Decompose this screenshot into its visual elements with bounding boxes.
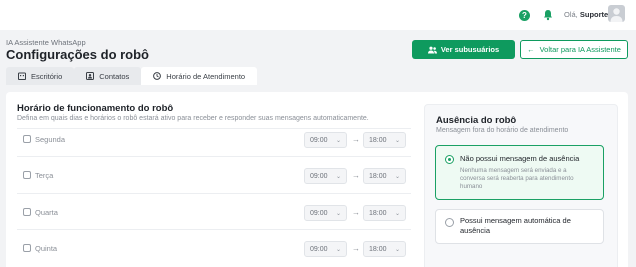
avatar[interactable] <box>608 5 625 22</box>
building-icon <box>18 72 26 80</box>
absence-option-auto[interactable]: Possui mensagem automática de ausência <box>435 209 604 244</box>
end-time-value: 18:00 <box>369 172 387 180</box>
day-label-wednesday: Quarta <box>35 208 58 217</box>
radio-unselected-icon[interactable] <box>445 218 454 227</box>
chevron-down-icon: ⌄ <box>335 173 341 180</box>
schedule-title: Horário de funcionamento do robô <box>17 103 174 114</box>
tab-contacts-label: Contatos <box>99 71 130 81</box>
start-time-select-tuesday[interactable]: 09:00 ⌄ <box>304 168 347 184</box>
day-row-wednesday: Quarta 09:00 ⌄ → 18:00 ⌄ <box>17 193 411 229</box>
start-time-select-wednesday[interactable]: 09:00 ⌄ <box>304 205 347 221</box>
chevron-down-icon: ⌄ <box>335 137 341 144</box>
end-time-select-wednesday[interactable]: 18:00 ⌄ <box>363 205 406 221</box>
tab-contacts[interactable]: Contatos <box>74 67 142 85</box>
user-name: Suporte <box>579 10 609 19</box>
day-row-tuesday: Terça 09:00 ⌄ → 18:00 ⌄ <box>17 156 411 192</box>
radio-selected-icon[interactable] <box>445 155 454 164</box>
day-checkbox-thursday[interactable] <box>23 244 31 252</box>
absence-description: Mensagem fora do horário de atendimento <box>436 127 569 134</box>
chevron-down-icon: ⌄ <box>394 173 400 180</box>
start-time-value: 09:00 <box>310 172 328 180</box>
end-time-select-tuesday[interactable]: 18:00 ⌄ <box>363 168 406 184</box>
absence-option-none-label: Não possui mensagem de ausência <box>460 154 580 163</box>
arrow-right-icon: → <box>352 244 360 253</box>
contacts-icon <box>86 72 95 80</box>
tab-office-label: Escritório <box>31 71 63 81</box>
end-time-select-monday[interactable]: 18:00 ⌄ <box>363 132 406 148</box>
user-greeting: Olá, Suporte <box>564 10 608 19</box>
chevron-down-icon: ⌄ <box>335 246 341 253</box>
start-time-select-monday[interactable]: 09:00 ⌄ <box>304 132 347 148</box>
greeting-prefix: Olá, <box>564 10 578 19</box>
page-title: Configurações do robô <box>6 47 149 62</box>
arrow-right-icon: → <box>352 208 360 217</box>
top-bar: ? Olá, Suporte <box>0 0 636 30</box>
arrow-left-icon: ← <box>527 45 535 54</box>
day-checkbox-wednesday[interactable] <box>23 208 31 216</box>
day-checkbox-monday[interactable] <box>23 135 31 143</box>
day-row-thursday: Quinta 09:00 ⌄ → 18:00 ⌄ <box>17 229 411 265</box>
end-time-value: 18:00 <box>369 209 387 217</box>
tab-business-hours[interactable]: Horário de Atendimento <box>141 67 258 85</box>
start-time-select-thursday[interactable]: 09:00 ⌄ <box>304 241 347 257</box>
tab-office[interactable]: Escritório <box>6 67 75 85</box>
arrow-right-icon: → <box>352 171 360 180</box>
end-time-value: 18:00 <box>369 245 387 253</box>
absence-title: Ausência do robô <box>436 115 517 126</box>
tab-bar: Escritório Contatos Horário de Atendimen… <box>6 67 258 85</box>
start-time-value: 09:00 <box>310 136 328 144</box>
absence-option-none[interactable]: Não possui mensagem de ausência Nenhuma … <box>435 145 604 200</box>
start-time-value: 09:00 <box>310 245 328 253</box>
bell-icon[interactable] <box>542 9 554 21</box>
end-time-select-thursday[interactable]: 18:00 ⌄ <box>363 241 406 257</box>
day-label-thursday: Quinta <box>35 244 58 253</box>
chevron-down-icon: ⌄ <box>394 246 400 253</box>
back-button-label: Voltar para IA Assistente <box>539 45 621 54</box>
absence-option-none-description: Nenhuma mensagem será enviada e a conver… <box>460 167 574 190</box>
day-label-monday: Segunda <box>35 135 66 144</box>
users-icon <box>427 46 437 53</box>
arrow-right-icon: → <box>352 135 360 144</box>
day-checkbox-tuesday[interactable] <box>23 171 31 179</box>
breadcrumb[interactable]: IA Assistente WhatsApp <box>6 38 86 47</box>
view-subusers-label: Ver subusuários <box>440 45 500 54</box>
chevron-down-icon: ⌄ <box>394 210 400 217</box>
chevron-down-icon: ⌄ <box>335 210 341 217</box>
day-label-tuesday: Terça <box>35 171 54 180</box>
clock-icon <box>153 72 162 80</box>
end-time-value: 18:00 <box>369 136 387 144</box>
start-time-value: 09:00 <box>310 209 328 217</box>
absence-option-auto-label: Possui mensagem automática de ausência <box>460 216 571 235</box>
back-to-assistant-button[interactable]: ← Voltar para IA Assistente <box>520 40 628 59</box>
chevron-down-icon: ⌄ <box>394 137 400 144</box>
view-subusers-button[interactable]: Ver subusuários <box>412 40 515 59</box>
schedule-description: Defina em quais dias e horários o robô e… <box>17 115 369 122</box>
question-circle-icon[interactable]: ? <box>519 10 530 21</box>
tab-business-hours-label: Horário de Atendimento <box>166 71 246 81</box>
